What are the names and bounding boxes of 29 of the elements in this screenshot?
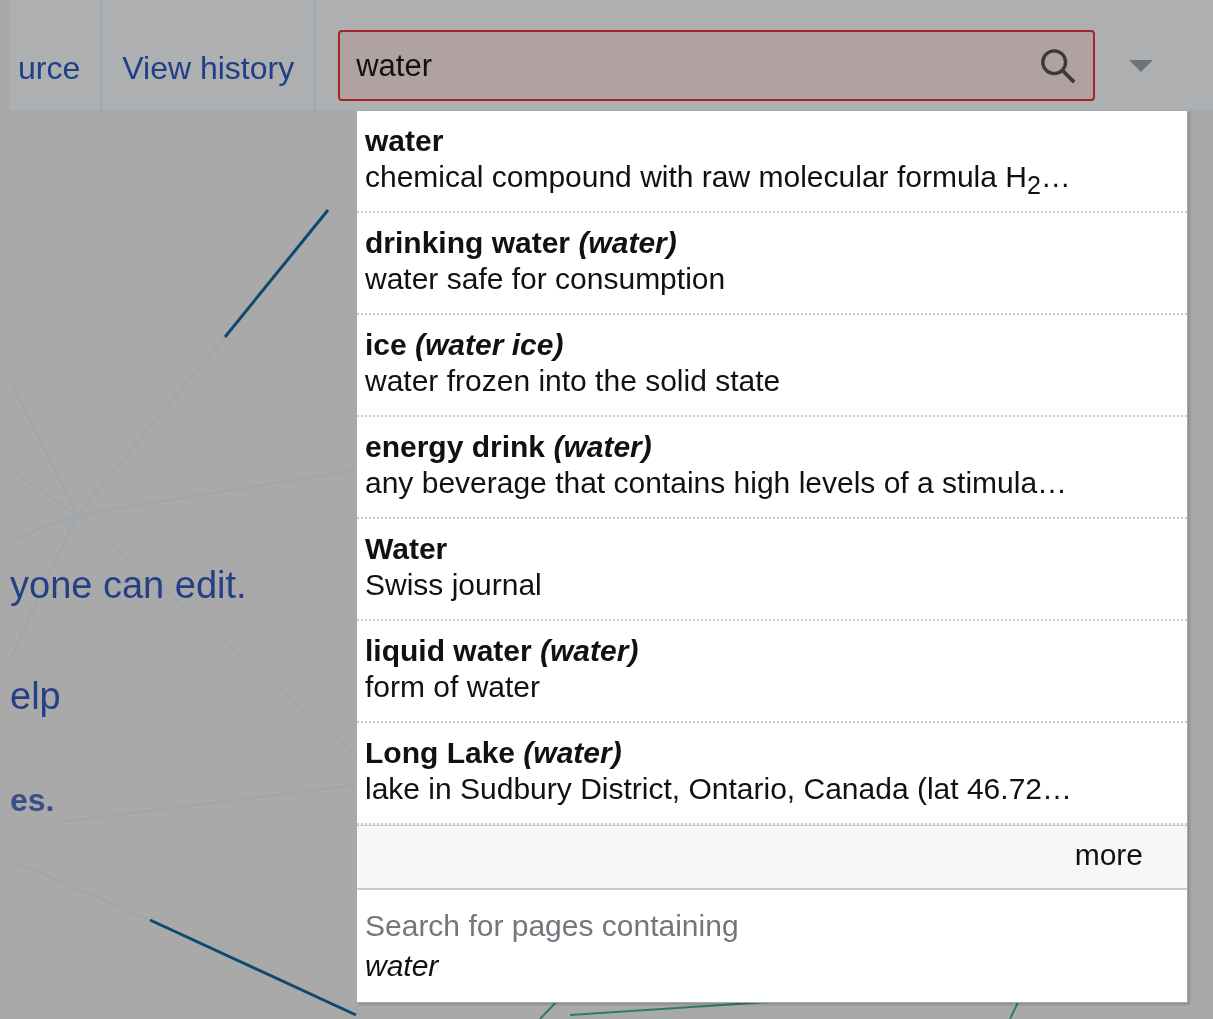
suggestion-item[interactable]: water chemical compound with raw molecular formula H$_{2}$… — [357, 111, 1187, 213]
fulltext-query[interactable]: water — [365, 946, 1179, 986]
suggestion-description: lake in Sudbury District, Ontario, Canada (lat 46.72… — [365, 771, 1073, 807]
suggestion-title: drinking water (water) — [365, 225, 678, 261]
suggestion-title: energy drink (water) — [365, 429, 653, 465]
suggestion-description: chemical compound with raw molecular formula H$_{2}$… — [365, 159, 1072, 201]
link-text[interactable]: elp — [10, 675, 61, 718]
suggestion-description: water safe for consumption — [365, 261, 727, 297]
suggestion-title: water — [365, 123, 445, 159]
suggestion-title: Long Lake (water) — [365, 735, 623, 771]
suggestion-title: ice (water ice) — [365, 327, 565, 363]
suggestion-title: Water — [365, 531, 449, 567]
suggestion-item[interactable]: energy drink (water) any beverage that contains high levels of a stimula… — [357, 417, 1187, 519]
suggestion-title: liquid water (water) — [365, 633, 640, 669]
fulltext-label[interactable]: Search for pages containing — [365, 906, 1179, 946]
link-text[interactable]: yone can edit. — [10, 564, 247, 607]
search-icon[interactable] — [1039, 46, 1078, 85]
suggestion-description: any beverage that contains high levels of a stimula… — [365, 465, 1069, 501]
tab[interactable]: urce — [10, 0, 103, 110]
suggestion-item[interactable]: Water Swiss journal — [357, 519, 1187, 621]
more-link[interactable]: more — [357, 825, 1187, 890]
suggestion-description: water frozen into the solid state — [365, 363, 782, 399]
suggestion-description: Swiss journal — [365, 567, 543, 603]
search-field[interactable]: water — [338, 30, 1096, 101]
tab[interactable]: View history — [102, 0, 317, 110]
suggestion-item[interactable]: ice (water ice) water frozen into the solid state — [357, 315, 1187, 417]
suggestion-item[interactable]: liquid water (water) form of water — [357, 621, 1187, 723]
suggestion-item[interactable]: drinking water (water) water safe for consumption — [357, 213, 1187, 315]
suggestion-description: form of water — [365, 669, 542, 705]
